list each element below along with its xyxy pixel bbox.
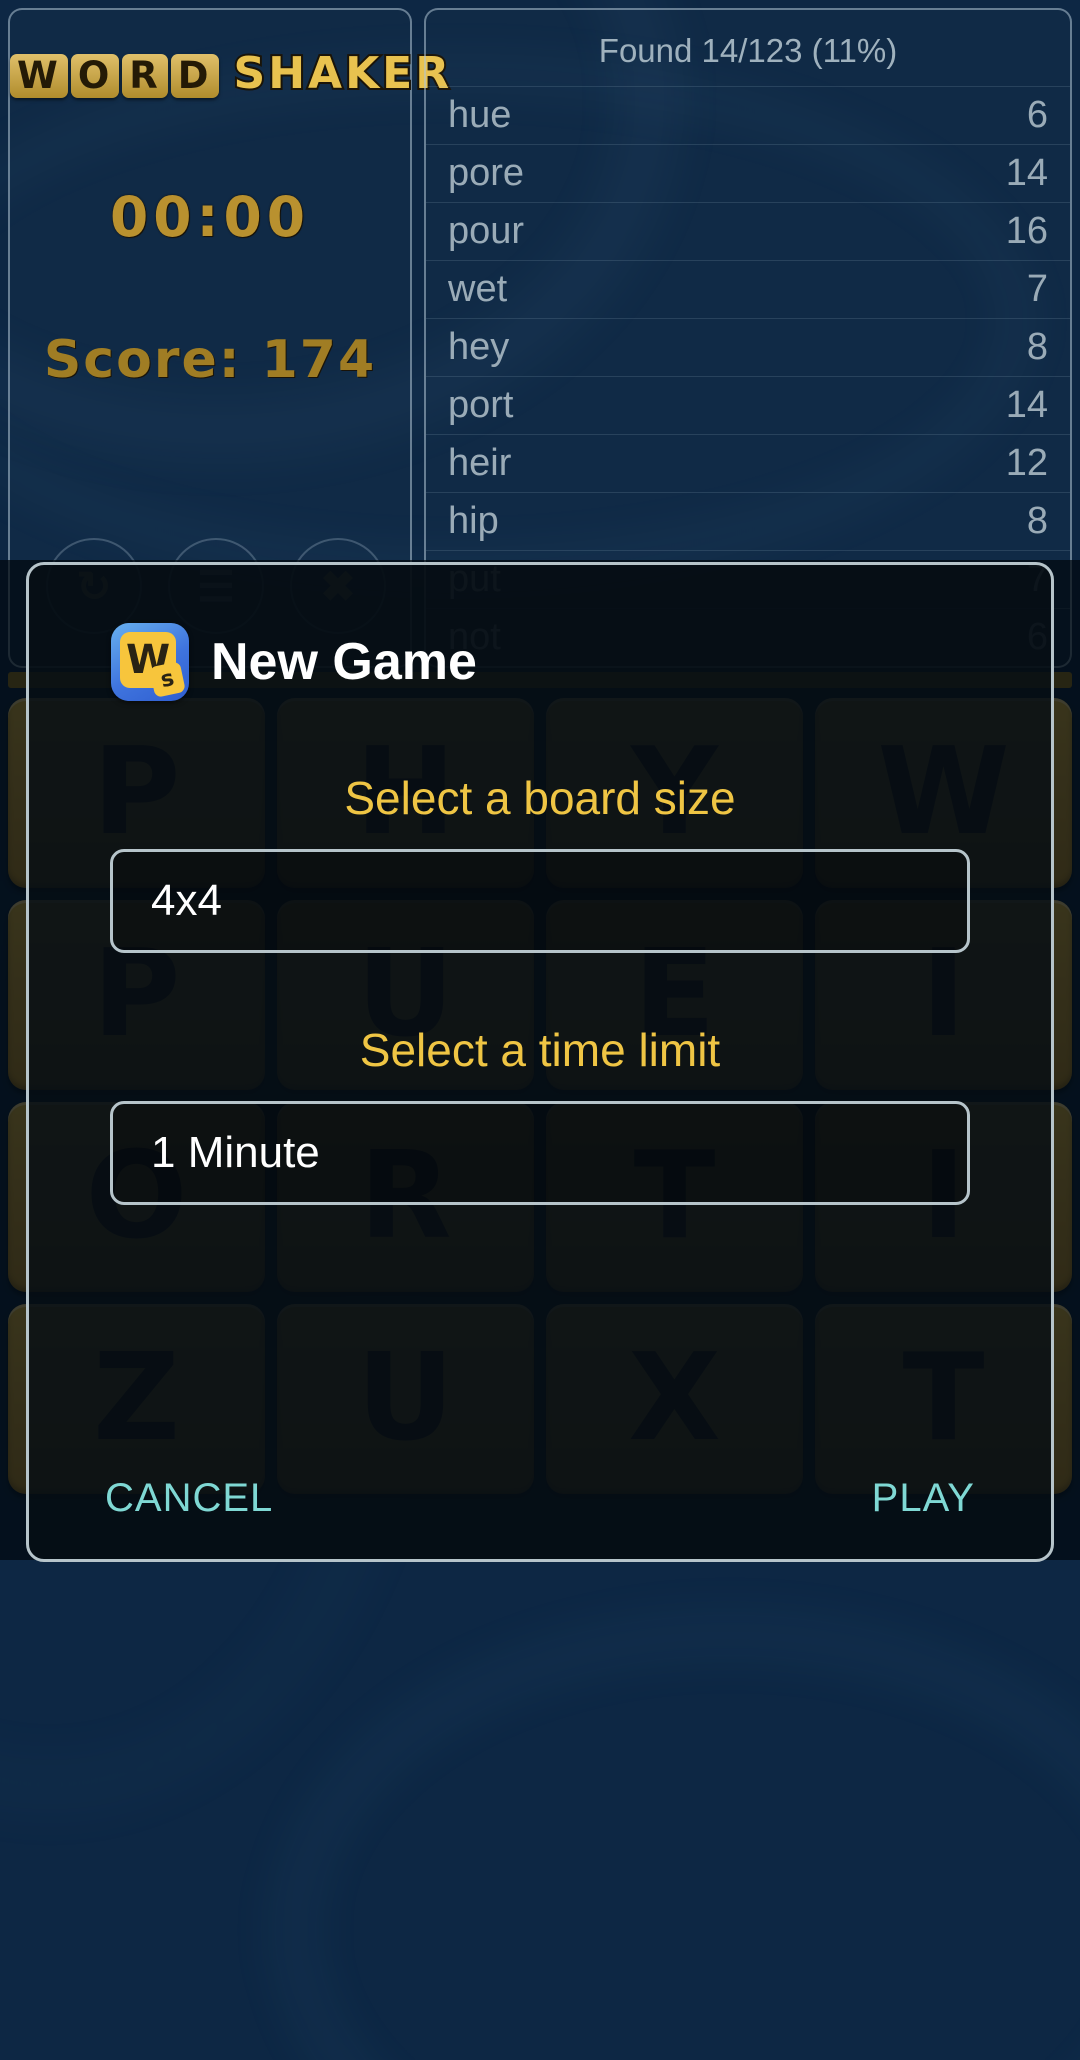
found-word-row[interactable]: heir 12	[426, 434, 1070, 492]
found-word-text: pour	[448, 210, 525, 252]
time-limit-select[interactable]: 1 Minute	[110, 1101, 970, 1205]
app-icon: W s	[111, 623, 189, 701]
app-icon-small-letter: s	[149, 661, 186, 698]
found-word-row[interactable]: pore 14	[426, 144, 1070, 202]
found-word-row[interactable]: pour 16	[426, 202, 1070, 260]
logo-plain-word: SHAKER	[232, 46, 453, 101]
logo-letter-tile: W	[10, 54, 68, 98]
found-word-text: port	[448, 384, 514, 426]
found-word-score: 12	[1005, 442, 1048, 484]
board-size-label: Select a board size	[344, 772, 736, 824]
logo-tiled-word: WORD	[10, 49, 222, 99]
background-swirl	[280, 1620, 1080, 2060]
score-display: Score: 174	[43, 330, 377, 390]
found-word-text: hue	[448, 94, 512, 136]
time-limit-value: 1 Minute	[151, 1128, 320, 1177]
board-size-value: 4x4	[151, 876, 222, 925]
timer-display: 00:00	[109, 185, 311, 249]
found-word-score: 8	[1026, 326, 1048, 368]
found-word-score: 6	[1026, 94, 1048, 136]
play-button[interactable]: PLAY	[872, 1476, 975, 1521]
found-word-row[interactable]: port 14	[426, 376, 1070, 434]
board-size-select[interactable]: 4x4	[110, 849, 970, 953]
game-logo: W O R D SHAKER	[10, 46, 451, 101]
found-word-text: hey	[448, 326, 510, 368]
cancel-button[interactable]: CANCEL	[105, 1476, 273, 1521]
found-words-header: Found 14/123 (11%)	[598, 32, 898, 69]
found-word-score: 16	[1005, 210, 1048, 252]
found-word-text: wet	[448, 268, 508, 310]
found-word-text: hip	[448, 500, 499, 542]
time-limit-label: Select a time limit	[359, 1024, 721, 1076]
dialog-header: W s New Game	[29, 565, 1051, 701]
logo-letter-tile: D	[170, 54, 219, 98]
found-word-score: 14	[1005, 152, 1048, 194]
dialog-title: New Game	[211, 633, 477, 691]
found-word-row[interactable]: hue 6	[426, 86, 1070, 144]
found-word-row[interactable]: hip 8	[426, 492, 1070, 550]
found-word-text: pore	[448, 152, 525, 194]
found-word-score: 14	[1005, 384, 1048, 426]
logo-letter-tile: O	[70, 54, 120, 98]
game-screen: WORDSHAKER 00:00 Score: 174 ↻ ☰ ✖ Found …	[0, 0, 1080, 2060]
logo-letter-tile: R	[122, 54, 168, 98]
found-word-row[interactable]: hey 8	[426, 318, 1070, 376]
dialog-actions: CANCEL PLAY	[29, 1476, 1051, 1521]
new-game-dialog: W s New Game Select a board size 4x4 Sel…	[26, 562, 1054, 1562]
found-word-text: heir	[448, 442, 512, 484]
found-word-score: 7	[1026, 268, 1048, 310]
found-word-score: 8	[1026, 500, 1048, 542]
found-word-row[interactable]: wet 7	[426, 260, 1070, 318]
